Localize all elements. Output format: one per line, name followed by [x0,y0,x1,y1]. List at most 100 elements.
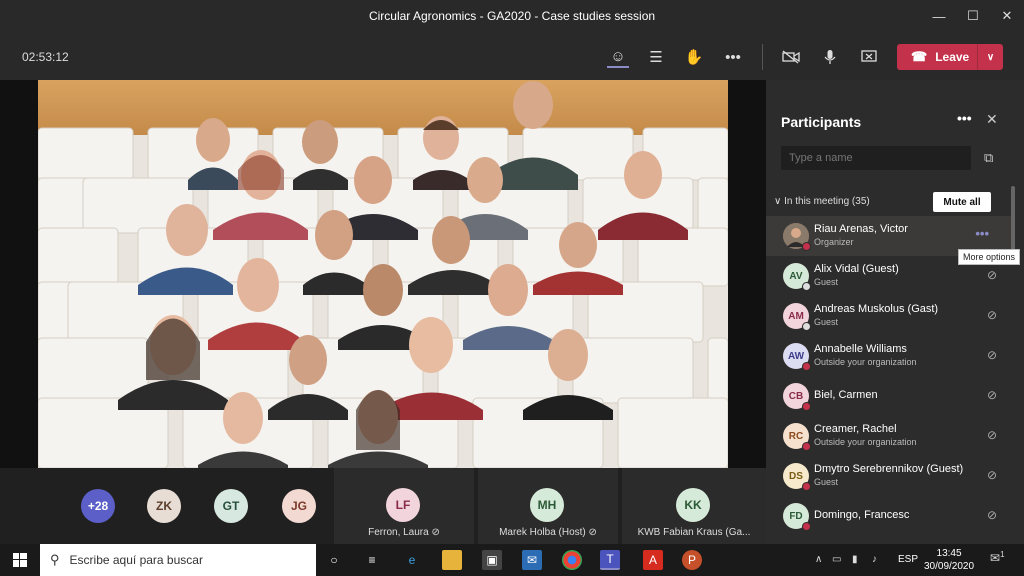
participant-row[interactable]: AM Andreas Muskolus (Gast) Guest ⊘ [766,296,1011,336]
input-language[interactable]: ESP [898,554,918,565]
avatar: DS [783,463,811,491]
more-options-icon[interactable]: ••• [957,110,972,126]
participant-tile-name: KWB Fabian Kraus (Ga... [622,527,766,538]
participant-tile[interactable]: KK KWB Fabian Kraus (Ga... [622,468,766,544]
leave-button[interactable]: ☎ Leave ∨ [897,44,1003,70]
search-icon: ⚲ [50,552,60,567]
windows-start-icon[interactable] [10,550,30,570]
mic-muted-icon[interactable]: ⊘ [987,308,997,322]
teams-icon[interactable]: T [600,550,620,570]
windows-taskbar: ⚲ Escribe aquí para buscar ○ ≡ e ▣ ✉ T A… [0,544,1024,576]
mic-muted-icon[interactable]: ⊘ [987,508,997,522]
participant-row[interactable]: FD Domingo, Francesc ⊘ [766,496,1011,536]
tile-name-label: Ferron, Laura [368,527,429,538]
chrome-icon[interactable] [562,550,582,570]
participant-name: Domingo, Francesc [814,509,910,521]
close-icon[interactable]: ✕ [990,0,1024,32]
avatar-initials: AV [789,270,803,282]
participant-row[interactable]: CB Biel, Carmen ⊘ [766,376,1011,416]
participant-name: Annabelle Williams [814,343,907,355]
avatar-initials: RC [788,430,804,442]
presence-offline-icon [802,322,811,331]
network-icon[interactable]: ▭ [832,554,841,565]
avatar [783,223,811,251]
participant-role: Organizer [814,237,854,247]
participant-tile-name: Ferron, Laura ⊘ [334,527,474,538]
share-screen-icon[interactable] [858,46,880,68]
mic-icon[interactable] [819,46,841,68]
participant-name: Alix Vidal (Guest) [814,263,899,275]
task-view-icon[interactable]: ≡ [362,550,382,570]
presence-busy-icon [802,402,811,411]
mic-muted-icon[interactable]: ⊘ [987,268,997,282]
powerpoint-icon[interactable]: P [682,550,702,570]
participant-search-input[interactable] [781,146,971,170]
camera-off-icon[interactable] [780,46,802,68]
mute-all-button[interactable]: Mute all [933,192,991,212]
presence-offline-icon [802,282,811,291]
presence-busy-icon [802,482,811,491]
participant-role: Guest [814,317,839,327]
participant-avatar[interactable]: ZK [147,489,181,523]
avatar-initials: FD [789,510,803,522]
panel-title: Participants [781,114,862,130]
raise-hand-icon[interactable]: ✋ [683,46,705,68]
meeting-toolbar: 02:53:12 ☺ ☰ ✋ ••• ☎ Leave ∨ [0,32,1024,80]
taskbar-search-box[interactable]: ⚲ Escribe aquí para buscar [40,544,316,576]
participants-icon[interactable]: ☺ [607,46,629,68]
more-options-icon[interactable]: ••• [975,226,989,241]
participant-avatar[interactable]: GT [214,489,248,523]
mic-muted-icon[interactable]: ⊘ [987,468,997,482]
edge-icon[interactable]: e [402,550,422,570]
overflow-participants-button[interactable]: +28 [81,489,115,523]
battery-icon[interactable]: ▮ [852,554,858,565]
mic-muted-icon[interactable]: ⊘ [987,428,997,442]
mic-muted-icon[interactable]: ⊘ [987,388,997,402]
presence-busy-icon [802,242,811,251]
phone-hangup-icon: ☎ [911,49,928,64]
store-icon[interactable]: ▣ [482,550,502,570]
participant-row[interactable]: AW Annabelle Williams Outside your organ… [766,336,1011,376]
participant-tile[interactable]: MH Marek Holba (Host) ⊘ [478,468,618,544]
mic-muted-icon: ⊘ [588,527,597,538]
presence-busy-icon [802,442,811,451]
participant-tile-name: Marek Holba (Host) ⊘ [478,527,618,538]
more-icon[interactable]: ••• [722,46,744,68]
participant-row[interactable]: RC Creamer, Rachel Outside your organiza… [766,416,1011,456]
mail-icon[interactable]: ✉ [522,550,542,570]
action-center-icon[interactable]: ✉1 [990,550,1005,565]
presence-busy-icon [802,522,811,531]
notification-count: 1 [1000,550,1005,559]
file-explorer-icon[interactable] [442,550,462,570]
participant-role: Guest [814,477,839,487]
title-bar: Circular Agronomics - GA2020 - Case stud… [0,0,1024,32]
panel-scrollbar[interactable] [1011,186,1015,256]
participant-avatar[interactable]: JG [282,489,316,523]
shared-video-feed [38,80,728,468]
presence-busy-icon [802,362,811,371]
participant-role: Guest [814,277,839,287]
share-invite-icon[interactable]: ⧉ [984,150,993,166]
acrobat-icon[interactable]: A [643,550,663,570]
in-meeting-section-header[interactable]: ∨ In this meeting (35) [774,196,870,207]
chevron-down-icon[interactable]: ∨ [977,44,1003,70]
minimize-icon[interactable]: — [922,0,956,32]
tray-expand-icon[interactable]: ∧ [815,554,822,565]
meeting-timer: 02:53:12 [22,50,69,64]
participant-row[interactable]: DS Dmytro Serebrennikov (Guest) Guest ⊘ [766,456,1011,496]
participant-role: Outside your organization [814,437,917,447]
avatar-initials: CB [788,390,804,402]
taskbar-search-placeholder: Escribe aquí para buscar [69,553,203,567]
close-panel-icon[interactable]: ✕ [986,111,998,128]
maximize-icon[interactable]: ☐ [956,0,990,32]
cortana-icon[interactable]: ○ [324,550,344,570]
volume-icon[interactable]: ♪ [872,554,877,565]
chat-icon[interactable]: ☰ [645,46,667,68]
mic-muted-icon[interactable]: ⊘ [987,348,997,362]
participant-tile[interactable]: LF Ferron, Laura ⊘ [334,468,474,544]
participant-avatar: LF [386,488,420,522]
window-title: Circular Agronomics - GA2020 - Case stud… [368,9,656,23]
avatar-initials: AW [787,350,805,362]
taskbar-clock[interactable]: 13:45 30/09/2020 [924,547,974,573]
avatar-initials: DS [789,470,803,482]
